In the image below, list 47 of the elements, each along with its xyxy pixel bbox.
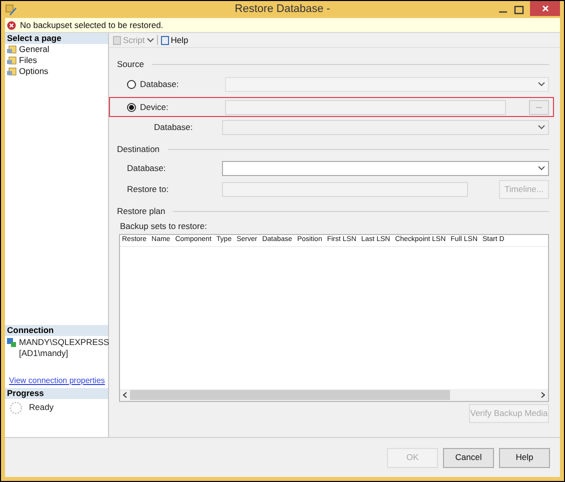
radio-label: Device: [140, 100, 170, 114]
chevron-down-icon [538, 166, 545, 171]
restore-to-field[interactable] [222, 182, 468, 197]
help-button[interactable]: Help [160, 34, 188, 46]
chevron-down-icon [146, 38, 154, 42]
field-label: Restore to: [127, 183, 170, 196]
page-icon [7, 67, 17, 76]
scroll-left-icon[interactable] [123, 392, 127, 398]
chevron-down-icon [538, 125, 545, 130]
progress-status: Ready [29, 401, 54, 414]
section-heading: Destination [117, 142, 160, 156]
sidebar-item[interactable]: Options [19, 65, 48, 78]
radio-label: Database: [140, 78, 180, 90]
server-icon [7, 338, 16, 347]
scroll-right-icon[interactable] [541, 392, 545, 398]
close-button[interactable] [530, 1, 560, 16]
section-heading: Source [117, 58, 144, 70]
progress-spinner-icon [9, 401, 23, 415]
radio-button[interactable] [127, 80, 136, 88]
server-name: MANDY\SQLEXPRESS [19, 337, 110, 348]
maximize-icon[interactable] [514, 4, 524, 14]
section-heading: Restore plan [117, 204, 166, 218]
error-message: No backupset selected to be restored. [20, 18, 164, 32]
page-icon [7, 56, 17, 65]
error-icon [7, 20, 16, 30]
document-icon [160, 36, 169, 44]
document-icon [113, 36, 121, 44]
user-name: [AD1\mandy] [19, 348, 70, 359]
radio-button[interactable] [127, 102, 136, 112]
connection-properties-link[interactable]: View connection properties [5, 375, 108, 388]
panel-heading: Select a page [5, 33, 108, 44]
window-title: Restore Database - [234, 2, 330, 18]
sidebar-item[interactable]: Files [19, 54, 37, 67]
page-icon [7, 45, 17, 54]
panel-heading: Progress [5, 388, 108, 399]
horizontal-scrollbar[interactable] [120, 389, 548, 401]
field-label: Database: [127, 162, 167, 175]
close-icon [542, 5, 548, 12]
chevron-down-icon [538, 82, 545, 86]
panel-heading: Connection [5, 325, 108, 336]
help-button[interactable]: Help [499, 448, 550, 468]
field-label: Database: [154, 121, 194, 134]
cancel-button[interactable]: Cancel [443, 448, 494, 468]
table-label: Backup sets to restore: [119, 220, 208, 232]
sidebar-item[interactable]: General [19, 43, 50, 56]
device-field[interactable] [225, 100, 506, 114]
app-icon [5, 4, 17, 16]
